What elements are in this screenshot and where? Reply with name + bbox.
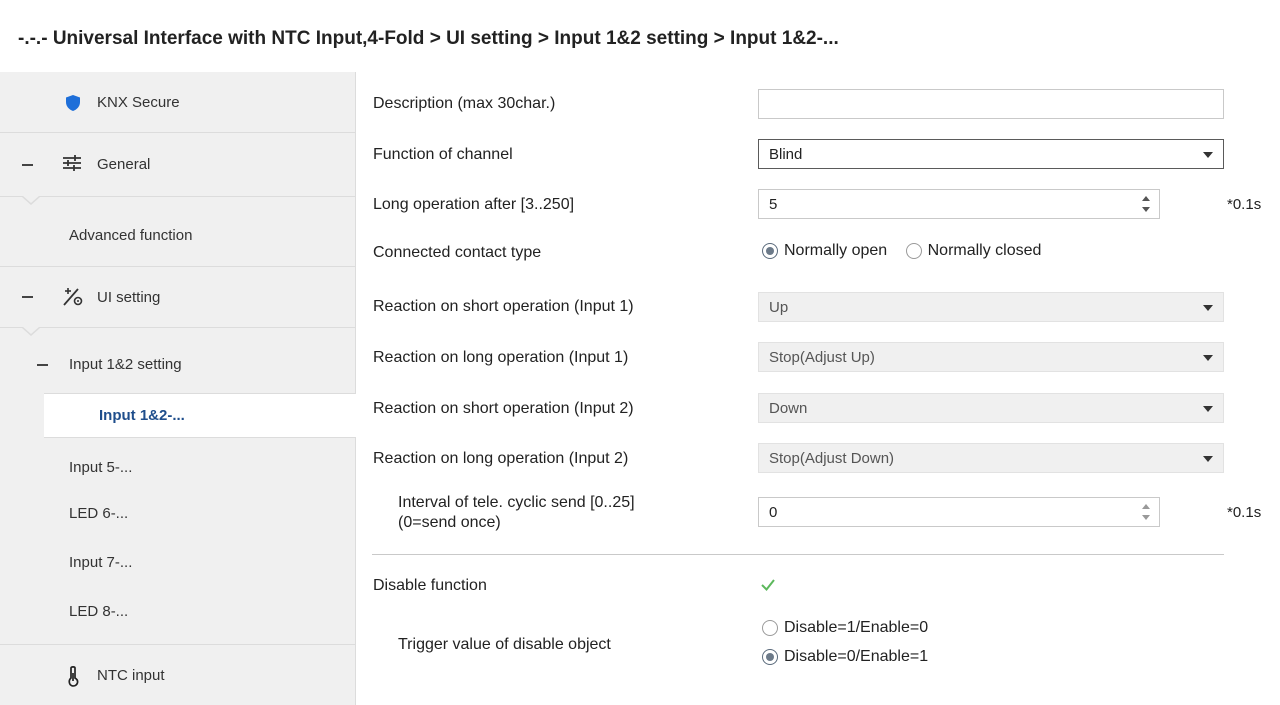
sidebar-item-led6[interactable]: LED 6-...: [0, 490, 355, 536]
trigger-value-label: Trigger value of disable object: [398, 636, 611, 653]
disable-function-label: Disable function: [373, 577, 487, 594]
collapse-icon[interactable]: [22, 164, 33, 166]
sidebar-item-ntc-input[interactable]: NTC input: [0, 645, 355, 705]
sidebar-item-label: Input 7-...: [69, 553, 133, 571]
long-op-input2-label: Reaction on long operation (Input 2): [373, 450, 629, 467]
normally-closed-label: Normally closed: [927, 242, 1042, 259]
disable-function-checkbox[interactable]: [758, 575, 778, 595]
short-op-input2-select[interactable]: Down: [758, 393, 1224, 423]
collapse-icon[interactable]: [22, 296, 33, 298]
long-op-input2-select[interactable]: Stop(Adjust Down): [758, 443, 1224, 473]
sidebar-item-input7[interactable]: Input 7-...: [0, 539, 355, 585]
long-op-input1-value: Stop(Adjust Up): [769, 348, 875, 366]
description-input[interactable]: [758, 89, 1224, 119]
chevron-down-icon: [1203, 305, 1213, 311]
thermometer-icon: [66, 665, 80, 687]
short-op-input1-label: Reaction on short operation (Input 1): [373, 298, 634, 315]
trigger-option-2[interactable]: Disable=0/Enable=1: [762, 648, 928, 666]
sidebar-item-knx-secure[interactable]: KNX Secure: [0, 72, 355, 132]
chevron-down-icon: [1203, 152, 1213, 158]
check-icon: [761, 579, 775, 592]
tree-notch: [22, 196, 40, 205]
normally-open-radio[interactable]: [762, 243, 778, 259]
function-select[interactable]: Blind: [758, 139, 1224, 169]
sidebar-item-label: Input 5-...: [69, 458, 133, 476]
sidebar-item-input12-setting[interactable]: Input 1&2 setting: [0, 335, 355, 393]
function-label: Function of channel: [373, 146, 513, 163]
trigger-option-2-label: Disable=0/Enable=1: [784, 648, 929, 665]
sidebar-item-general[interactable]: General: [0, 133, 355, 196]
sidebar-item-input12[interactable]: Input 1&2-...: [44, 393, 356, 438]
interval-spinner[interactable]: 0: [758, 497, 1160, 527]
long-operation-unit: *0.1s: [1227, 196, 1262, 213]
interval-label-line1: Interval of tele. cyclic send [0..25]: [398, 494, 635, 511]
section-divider: [372, 554, 1224, 555]
sidebar-item-label: UI setting: [97, 288, 161, 306]
long-op-input1-label: Reaction on long operation (Input 1): [373, 349, 629, 366]
interval-value: 0: [769, 503, 778, 521]
chevron-down-icon: [1203, 355, 1213, 361]
sidebar-item-input5[interactable]: Input 5-...: [0, 444, 355, 490]
collapse-icon[interactable]: [37, 364, 48, 366]
long-op-input2-value: Stop(Adjust Down): [769, 449, 895, 467]
sidebar-item-ui-setting[interactable]: UI setting: [0, 267, 355, 327]
long-operation-spinner[interactable]: 5: [758, 189, 1160, 219]
spinner-arrows-icon[interactable]: [1141, 501, 1151, 523]
function-value: Blind: [769, 145, 803, 163]
trigger-option-1[interactable]: Disable=1/Enable=0: [762, 619, 928, 637]
normally-open-label: Normally open: [784, 242, 888, 259]
long-operation-label: Long operation after [3..250]: [373, 196, 575, 213]
long-operation-value: 5: [769, 195, 778, 213]
contact-type-radio-group: Normally open Normally closed: [762, 242, 1041, 260]
trigger-option-1-radio[interactable]: [762, 620, 778, 636]
sidebar-item-label: KNX Secure: [97, 93, 180, 111]
short-op-input2-value: Down: [769, 399, 808, 417]
sidebar-item-advanced-function[interactable]: Advanced function: [0, 205, 355, 265]
sidebar-item-label: Advanced function: [69, 226, 193, 244]
interval-label: Interval of tele. cyclic send [0..25] (0…: [398, 493, 635, 533]
chevron-down-icon: [1203, 456, 1213, 462]
sidebar-item-label: NTC input: [97, 666, 165, 684]
description-label: Description (max 30char.): [373, 95, 556, 112]
sliders-icon: [62, 154, 82, 172]
ui-setting-icon: [62, 287, 84, 307]
divider: [0, 327, 355, 328]
sidebar-item-led8[interactable]: LED 8-...: [0, 588, 355, 634]
breadcrumb-title: -.-.- Universal Interface with NTC Input…: [18, 28, 839, 49]
interval-label-line2: (0=send once): [398, 514, 501, 531]
interval-unit: *0.1s: [1227, 504, 1262, 521]
trigger-option-1-label: Disable=1/Enable=0: [784, 619, 929, 636]
parameter-panel: Description (max 30char.) Function of ch…: [356, 72, 1280, 705]
sidebar-item-label: LED 6-...: [69, 504, 129, 522]
spinner-arrows-icon[interactable]: [1141, 193, 1151, 215]
sidebar-item-label: Input 1&2 setting: [69, 355, 182, 373]
short-op-input1-value: Up: [769, 298, 789, 316]
long-op-input1-select[interactable]: Stop(Adjust Up): [758, 342, 1224, 372]
sidebar-item-label: Input 1&2-...: [99, 407, 185, 424]
trigger-option-2-radio[interactable]: [762, 649, 778, 665]
shield-icon: [65, 94, 81, 112]
sidebar: KNX Secure General Advanced function UI …: [0, 72, 356, 705]
short-op-input2-label: Reaction on short operation (Input 2): [373, 400, 634, 417]
short-op-input1-select[interactable]: Up: [758, 292, 1224, 322]
sidebar-item-label: LED 8-...: [69, 602, 129, 620]
sidebar-item-label: General: [97, 156, 151, 173]
title-bar: -.-.- Universal Interface with NTC Input…: [0, 0, 1280, 72]
contact-type-label: Connected contact type: [373, 244, 542, 261]
normally-closed-radio[interactable]: [905, 243, 922, 259]
divider: [0, 196, 355, 197]
chevron-down-icon: [1203, 406, 1213, 412]
